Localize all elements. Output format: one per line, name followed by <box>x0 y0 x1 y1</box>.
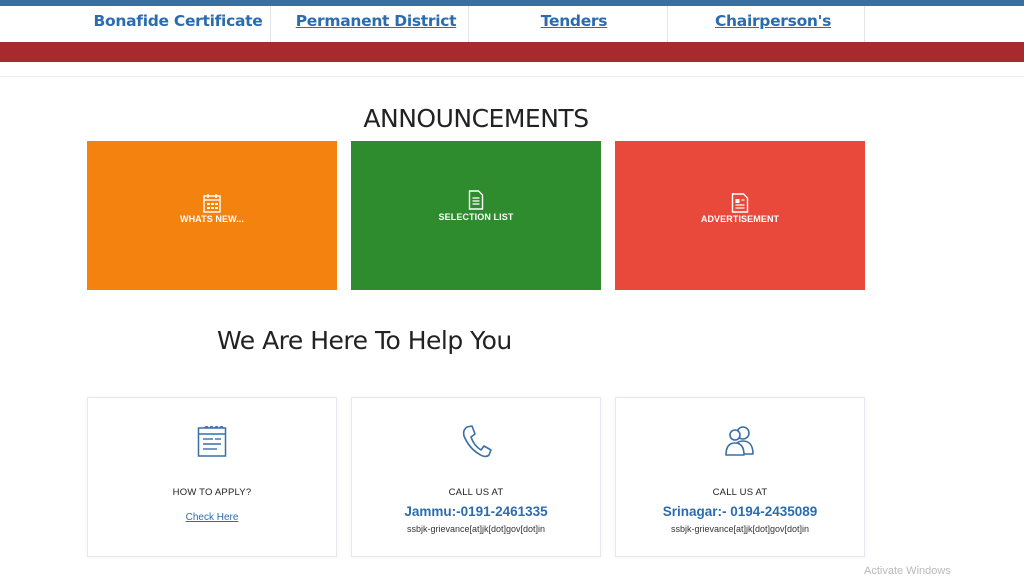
tile-whats-new[interactable]: WHATS NEW... <box>87 141 337 290</box>
nav-bonafide-certificate[interactable]: Bonafide Certificate <box>90 6 266 42</box>
nav-permanent-district-code[interactable]: Permanent District Code <box>280 6 472 60</box>
phone-icon <box>460 424 492 463</box>
nav-tenders[interactable]: Tenders <box>490 6 658 42</box>
tile-label: WHATS NEW... <box>179 214 245 224</box>
grievance-email: ssbjk-grievance[at]jk[dot]gov[dot]in <box>670 524 810 534</box>
help-heading: We Are Here To Help You <box>217 326 512 355</box>
activate-windows-watermark: Activate Windows <box>864 565 951 577</box>
tile-advertisement[interactable]: ADVERTISEMENT <box>615 141 865 290</box>
card-title: CALL US AT <box>712 487 768 498</box>
divider <box>0 76 1024 77</box>
nav-divider <box>667 6 668 42</box>
announcements-heading: ANNOUNCEMENTS <box>363 104 589 133</box>
card-title: HOW TO APPLY? <box>172 487 252 498</box>
nav-divider <box>270 6 271 42</box>
card-how-to-apply: HOW TO APPLY? Check Here <box>87 397 337 557</box>
card-title: CALL US AT <box>448 487 504 498</box>
grievance-email: ssbjk-grievance[at]jk[dot]gov[dot]in <box>406 524 546 534</box>
users-icon <box>723 424 757 463</box>
check-here-link[interactable]: Check Here <box>88 512 336 523</box>
tile-label: ADVERTISEMENT <box>700 214 780 224</box>
card-call-jammu: CALL US AT Jammu:-0191-2461335 ssbjk-gri… <box>351 397 601 557</box>
tile-selection-list[interactable]: SELECTION LIST <box>351 141 601 290</box>
nav-divider <box>468 6 469 42</box>
card-call-srinagar: CALL US AT Srinagar:- 0194-2435089 ssbjk… <box>615 397 865 557</box>
srinagar-phone[interactable]: Srinagar:- 0194-2435089 <box>616 504 864 519</box>
nav-divider <box>864 6 865 42</box>
nav-chairpersons-message[interactable]: Chairperson's Message <box>680 6 866 60</box>
red-banner-bar <box>0 42 1024 62</box>
tile-label: SELECTION LIST <box>438 212 514 222</box>
form-icon <box>197 424 227 463</box>
jammu-phone[interactable]: Jammu:-0191-2461335 <box>352 504 600 519</box>
top-nav: Bonafide Certificate Permanent District … <box>0 6 1024 60</box>
